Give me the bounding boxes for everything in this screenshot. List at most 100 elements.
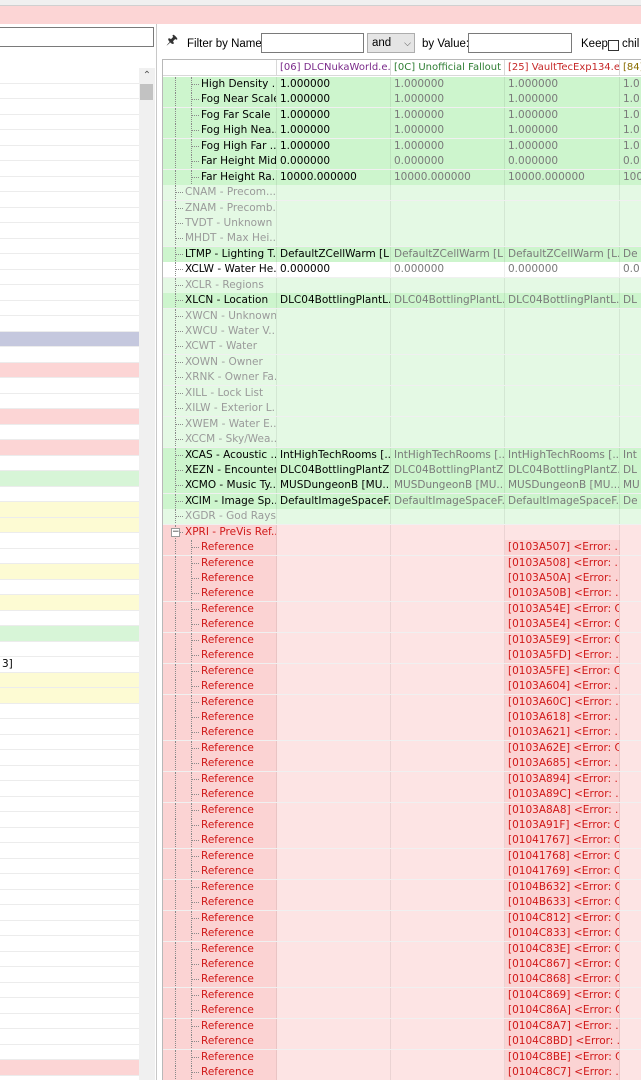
- field-value-cell[interactable]: [01041768] <Error: C...: [505, 848, 620, 864]
- field-value-cell[interactable]: [505, 509, 620, 525]
- tree-row[interactable]: [0, 828, 139, 843]
- tree-row[interactable]: [0, 549, 139, 564]
- field-value-cell[interactable]: 1.000000: [277, 123, 391, 139]
- keep-children-checkbox[interactable]: [608, 40, 619, 51]
- field-value-cell[interactable]: [620, 648, 641, 664]
- tree-row[interactable]: [0, 270, 139, 285]
- field-name-cell[interactable]: Reference: [163, 771, 277, 787]
- field-value-cell[interactable]: [0103A62E] <Error: C...: [505, 740, 620, 756]
- field-value-cell[interactable]: [620, 601, 641, 617]
- field-name-cell[interactable]: Fog Far Scale: [163, 107, 277, 123]
- collapse-icon[interactable]: −: [171, 527, 180, 537]
- field-value-cell[interactable]: DLC04BottlingPlantL...: [505, 293, 620, 309]
- field-value-cell[interactable]: [0104C83E] <Error: C...: [505, 941, 620, 957]
- field-value-cell[interactable]: [0103A618] <Error: ...: [505, 709, 620, 725]
- field-value-cell[interactable]: [277, 1065, 391, 1080]
- reference-row[interactable]: Reference [0103A894] <Error: ...: [163, 771, 641, 788]
- tree-row[interactable]: [0, 564, 139, 580]
- reference-row[interactable]: Reference [0103A91F] <Error: C...: [163, 818, 641, 834]
- field-name-cell[interactable]: Fog Near Scale: [163, 92, 277, 108]
- field-value-cell[interactable]: [620, 617, 641, 633]
- tree-row[interactable]: [0, 487, 139, 502]
- field-value-cell[interactable]: [620, 725, 641, 741]
- field-value-cell[interactable]: [0103A5E4] <Error: C...: [505, 617, 620, 633]
- field-value-cell[interactable]: [620, 910, 641, 926]
- field-name-cell[interactable]: Reference: [163, 987, 277, 1003]
- field-value-cell[interactable]: [620, 679, 641, 695]
- field-name-cell[interactable]: XILL - Lock List: [163, 385, 277, 401]
- field-name-cell[interactable]: CNAM - Precom...: [163, 185, 277, 201]
- tree-row[interactable]: [0, 68, 139, 84]
- field-value-cell[interactable]: [391, 339, 505, 355]
- field-value-cell[interactable]: [391, 895, 505, 911]
- field-value-cell[interactable]: [391, 987, 505, 1003]
- field-value-cell[interactable]: [277, 540, 391, 556]
- field-name-cell[interactable]: Reference: [163, 617, 277, 633]
- tree-row[interactable]: [0, 533, 139, 549]
- navigation-tree-list[interactable]: 3]: [0, 68, 139, 1080]
- field-value-cell[interactable]: [277, 385, 391, 401]
- field-value-cell[interactable]: MUSDungeonB [MU...: [505, 478, 620, 494]
- field-name-cell[interactable]: XCMO - Music Ty...: [163, 478, 277, 494]
- record-field-row[interactable]: XILW - Exterior L...: [163, 401, 641, 417]
- field-value-cell[interactable]: [277, 848, 391, 864]
- field-name-cell[interactable]: Reference: [163, 879, 277, 895]
- field-value-cell[interactable]: [620, 1003, 641, 1019]
- record-field-row[interactable]: Fog Near Scale 1.000000 1.000000 1.000000 1.…: [163, 92, 641, 108]
- tree-row[interactable]: [0, 177, 139, 192]
- field-value-cell[interactable]: [391, 787, 505, 803]
- field-value-cell[interactable]: 1.000000: [277, 107, 391, 123]
- record-field-row[interactable]: XCWT - Water: [163, 339, 641, 355]
- record-field-row[interactable]: XWEM - Water E...: [163, 416, 641, 433]
- reference-row[interactable]: Reference [0103A5E9] <Error: C...: [163, 632, 641, 649]
- field-value-cell[interactable]: [391, 1003, 505, 1019]
- field-value-cell[interactable]: [620, 740, 641, 756]
- field-value-cell[interactable]: DefaultImageSpaceF...: [391, 493, 505, 509]
- reference-row[interactable]: Reference [0103A62E] <Error: C...: [163, 740, 641, 757]
- record-field-row[interactable]: XRNK - Owner Fa...: [163, 370, 641, 386]
- field-value-cell[interactable]: [620, 401, 641, 417]
- field-value-cell[interactable]: IntHighTechRooms [...: [391, 447, 505, 463]
- field-name-cell[interactable]: Reference: [163, 709, 277, 725]
- reference-row[interactable]: Reference [0104C812] <Error: C...: [163, 910, 641, 927]
- field-name-cell[interactable]: XRNK - Owner Fa...: [163, 370, 277, 386]
- field-value-cell[interactable]: [277, 1049, 391, 1065]
- field-name-cell[interactable]: Reference: [163, 1049, 277, 1065]
- reference-row[interactable]: Reference [0104C868] <Error: C...: [163, 972, 641, 988]
- field-value-cell[interactable]: [391, 432, 505, 448]
- field-value-cell[interactable]: [620, 1065, 641, 1080]
- filter-value-input[interactable]: [468, 33, 572, 53]
- field-value-cell[interactable]: 10000.000000: [505, 169, 620, 185]
- tree-row[interactable]: [0, 952, 139, 967]
- field-value-cell[interactable]: [277, 756, 391, 772]
- field-value-cell[interactable]: [0103A89C] <Error: ...: [505, 787, 620, 803]
- field-value-cell[interactable]: [277, 663, 391, 679]
- field-value-cell[interactable]: [277, 648, 391, 664]
- field-value-cell[interactable]: [277, 231, 391, 247]
- field-value-cell[interactable]: [391, 200, 505, 216]
- field-value-cell[interactable]: 1.000000: [391, 123, 505, 139]
- field-value-cell[interactable]: [505, 339, 620, 355]
- field-value-cell[interactable]: [505, 401, 620, 417]
- field-value-cell[interactable]: [391, 802, 505, 818]
- field-value-cell[interactable]: 0.0: [620, 262, 641, 278]
- field-value-cell[interactable]: 1.0: [620, 77, 641, 92]
- tree-row[interactable]: [0, 84, 139, 99]
- field-value-cell[interactable]: [277, 416, 391, 432]
- reference-row[interactable]: Reference [0103A5E4] <Error: C...: [163, 617, 641, 633]
- record-field-row[interactable]: XCIM - Image Sp... DefaultImageSpaceF... D…: [163, 493, 641, 510]
- field-value-cell[interactable]: [0104C8A7] <Error: ...: [505, 1018, 620, 1034]
- field-value-cell[interactable]: 1.000000: [505, 123, 620, 139]
- tree-row[interactable]: [0, 719, 139, 735]
- field-value-cell[interactable]: [391, 555, 505, 571]
- field-value-cell[interactable]: [0103A8A8] <Error: ...: [505, 802, 620, 818]
- field-value-cell[interactable]: [505, 524, 620, 540]
- reference-row[interactable]: Reference [0104C83E] <Error: C...: [163, 941, 641, 957]
- field-name-cell[interactable]: XWCU - Water V...: [163, 324, 277, 339]
- record-field-row[interactable]: Far Height Ra... 10000.000000 10000.000000…: [163, 169, 641, 186]
- record-field-row[interactable]: XWCU - Water V...: [163, 324, 641, 340]
- record-field-row[interactable]: XGDR - God Rays: [163, 509, 641, 525]
- tree-row[interactable]: [0, 99, 139, 115]
- field-value-cell[interactable]: [505, 185, 620, 201]
- header-column-dlcnukaworld[interactable]: [06] DLCNukaWorld.e...: [277, 60, 391, 76]
